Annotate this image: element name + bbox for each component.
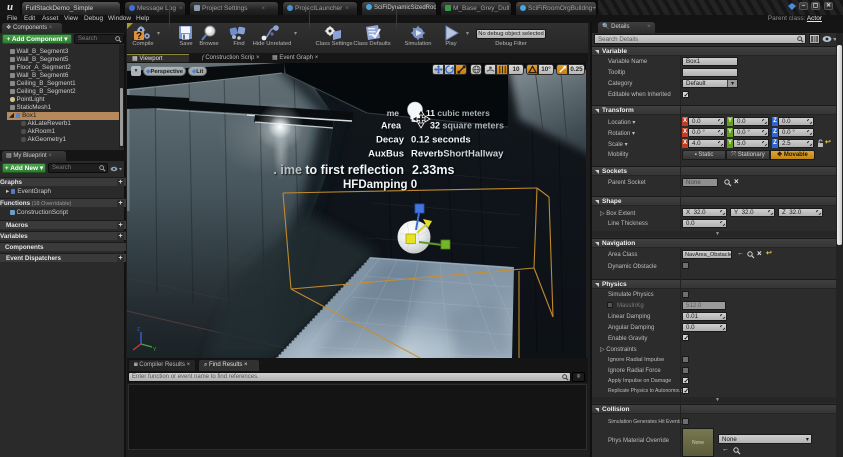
- svg-text:?: ?: [136, 31, 142, 41]
- svg-text:. ime to first reflection: . ime to first reflection: [273, 163, 404, 177]
- svg-text:me: me: [387, 108, 400, 118]
- svg-text:11 cubic meters: 11 cubic meters: [426, 108, 490, 118]
- svg-text:Z: Z: [137, 327, 140, 333]
- svg-text:ReverbShortHallway: ReverbShortHallway: [411, 149, 504, 160]
- svg-text:HFDamping 0: HFDamping 0: [343, 179, 417, 191]
- svg-text:32 square meters: 32 square meters: [430, 121, 504, 131]
- svg-text:Area: Area: [381, 121, 402, 131]
- svg-text:AuxBus: AuxBus: [368, 149, 404, 160]
- svg-text:Decay: Decay: [376, 135, 405, 146]
- svg-text:0.12 seconds: 0.12 seconds: [411, 135, 471, 146]
- svg-text:2.33ms: 2.33ms: [412, 163, 454, 177]
